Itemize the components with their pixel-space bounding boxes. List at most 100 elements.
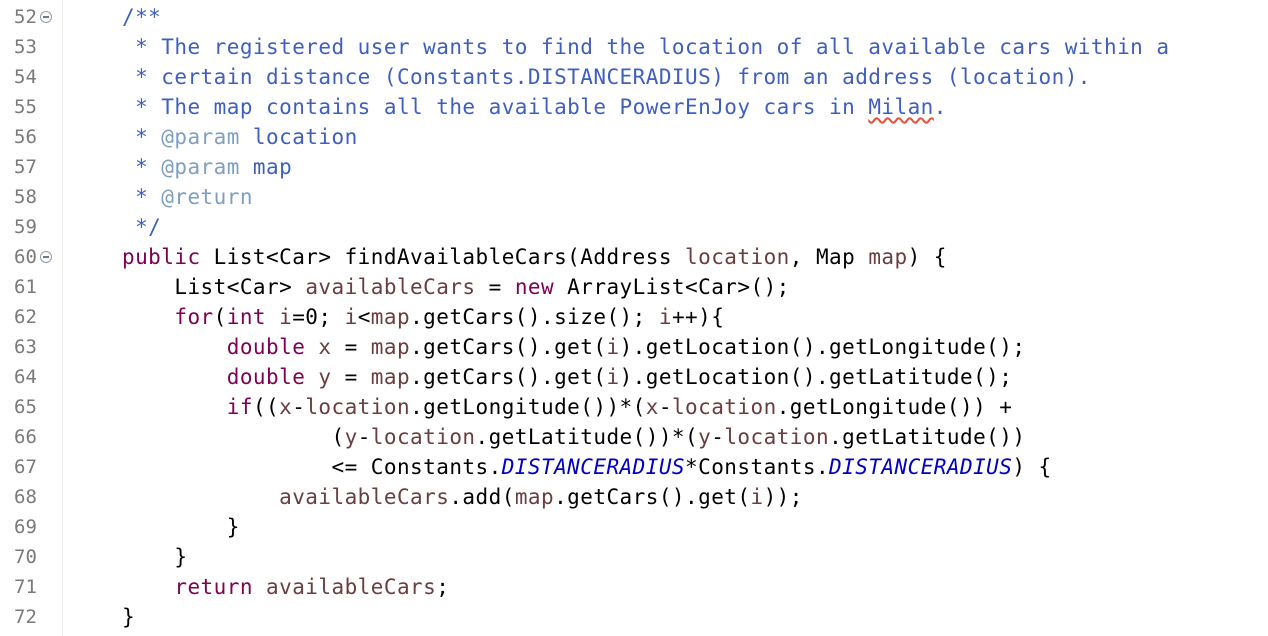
code-token: availableCars — [305, 275, 476, 299]
code-text[interactable]: (y-location.getLatitude())*(y-location.g… — [122, 422, 1025, 452]
code-token: =0; — [292, 305, 345, 329]
code-token: i — [344, 305, 358, 329]
fold-collapse-icon[interactable] — [40, 251, 52, 263]
code-line[interactable]: 64 double y = map.getCars().get(i).getLo… — [0, 362, 1268, 392]
code-text[interactable]: } — [122, 512, 240, 542]
code-token: ( — [213, 305, 227, 329]
code-token: location — [239, 125, 358, 149]
code-token: @return — [161, 185, 253, 209]
code-token: location — [370, 425, 476, 449]
code-line[interactable]: 58 * @return — [0, 182, 1268, 212]
fold-collapse-icon[interactable] — [40, 11, 52, 23]
code-token: List<Car> findAvailableCars(Address — [200, 245, 686, 269]
code-token: - — [357, 425, 371, 449]
code-token: } — [122, 545, 188, 569]
code-line[interactable]: 65 if((x-location.getLongitude())*(x-loc… — [0, 392, 1268, 422]
code-token: map — [239, 155, 293, 179]
code-token: <= Constants. — [122, 455, 502, 479]
code-token: return — [174, 575, 253, 599]
code-token: * — [122, 125, 162, 149]
code-token: = — [475, 275, 515, 299]
code-line[interactable]: 61 List<Car> availableCars = new ArrayLi… — [0, 272, 1268, 302]
code-line[interactable]: 63 double x = map.getCars().get(i).getLo… — [0, 332, 1268, 362]
code-text[interactable]: return availableCars; — [122, 572, 449, 602]
code-text[interactable]: if((x-location.getLongitude())*(x-locati… — [122, 392, 1012, 422]
code-token: ).getLocation().getLongitude(); — [619, 335, 1026, 359]
line-number: 53 — [14, 36, 37, 58]
code-line[interactable]: 66 (y-location.getLatitude())*(y-locatio… — [0, 422, 1268, 452]
code-token: .add( — [449, 485, 515, 509]
code-token: i — [658, 305, 672, 329]
code-text[interactable]: public List<Car> findAvailableCars(Addre… — [122, 242, 947, 272]
code-text[interactable]: List<Car> availableCars = new ArrayList<… — [122, 272, 790, 302]
code-token: .getCars().get( — [410, 365, 607, 389]
code-token: .getLatitude()) — [829, 425, 1026, 449]
code-token: ) { — [907, 245, 947, 269]
code-text[interactable]: } — [122, 602, 135, 632]
code-token: ArrayList<Car>(); — [554, 275, 790, 299]
line-number: 72 — [14, 606, 37, 628]
code-text[interactable]: */ — [122, 212, 161, 242]
line-number: 67 — [14, 456, 37, 478]
line-number: 61 — [14, 276, 37, 298]
code-token: , Map — [789, 245, 869, 269]
code-text[interactable]: double y = map.getCars().get(i).getLocat… — [122, 362, 1012, 392]
line-number: 54 — [14, 66, 37, 88]
code-text[interactable]: /** — [122, 2, 161, 32]
line-number: 64 — [14, 366, 37, 388]
line-number: 70 — [14, 546, 37, 568]
code-line[interactable]: 53 * The registered user wants to find t… — [0, 32, 1268, 62]
code-line[interactable]: 71 return availableCars; — [0, 572, 1268, 602]
line-number: 66 — [14, 426, 37, 448]
code-line[interactable]: 70 } — [0, 542, 1268, 572]
code-line[interactable]: 59 */ — [0, 212, 1268, 242]
code-token: x — [645, 395, 659, 419]
code-token: int — [226, 305, 267, 329]
code-line[interactable]: 72} — [0, 602, 1268, 632]
code-token: location — [724, 425, 830, 449]
code-text[interactable]: double x = map.getCars().get(i).getLocat… — [122, 332, 1025, 362]
code-line[interactable]: 69 } — [0, 512, 1268, 542]
code-token: )); — [763, 485, 803, 509]
code-token: } — [122, 515, 240, 539]
code-text[interactable]: * The map contains all the available Pow… — [122, 92, 947, 122]
code-line[interactable]: 62 for(int i=0; i<map.getCars().size(); … — [0, 302, 1268, 332]
code-text[interactable]: * @param location — [122, 122, 358, 152]
code-token: * certain distance (Constants.DISTANCERA… — [122, 65, 1091, 89]
code-text[interactable]: * certain distance (Constants.DISTANCERA… — [122, 62, 1091, 92]
code-line[interactable]: 52 /** — [0, 2, 1268, 32]
code-token: @param — [161, 155, 240, 179]
code-text[interactable]: * The registered user wants to find the … — [122, 32, 1169, 62]
line-number: 55 — [14, 96, 37, 118]
code-line[interactable]: 57 * @param map — [0, 152, 1268, 182]
code-text[interactable]: * @return — [122, 182, 253, 212]
code-token: . — [933, 95, 947, 119]
code-token: i — [606, 335, 620, 359]
code-line[interactable]: 54 * certain distance (Constants.DISTANC… — [0, 62, 1268, 92]
code-line[interactable]: 56 * @param location — [0, 122, 1268, 152]
line-number: 58 — [14, 186, 37, 208]
code-line[interactable]: 68 availableCars.add(map.getCars().get(i… — [0, 482, 1268, 512]
code-token: public — [122, 245, 201, 269]
code-token: ).getLocation().getLatitude(); — [619, 365, 1013, 389]
line-number: 52 — [14, 6, 37, 28]
code-line[interactable]: 67 <= Constants.DISTANCERADIUS*Constants… — [0, 452, 1268, 482]
line-number: 56 — [14, 126, 37, 148]
code-line[interactable]: 60 public List<Car> findAvailableCars(Add… — [0, 242, 1268, 272]
code-line[interactable]: 55 * The map contains all the available … — [0, 92, 1268, 122]
code-token: ( — [122, 425, 345, 449]
code-token: */ — [122, 215, 162, 239]
code-token: .getLongitude())*( — [410, 395, 646, 419]
code-text[interactable]: } — [122, 542, 187, 572]
code-text[interactable]: for(int i=0; i<map.getCars().size(); i++… — [122, 302, 724, 332]
line-number: 69 — [14, 516, 37, 538]
code-text[interactable]: availableCars.add(map.getCars().get(i)); — [122, 482, 803, 512]
code-text[interactable]: <= Constants.DISTANCERADIUS*Constants.DI… — [122, 452, 1052, 482]
code-text[interactable]: * @param map — [122, 152, 292, 182]
code-editor[interactable]: 52 /** 53 * The registered user wants to f… — [0, 0, 1268, 636]
line-number: 65 — [14, 396, 37, 418]
